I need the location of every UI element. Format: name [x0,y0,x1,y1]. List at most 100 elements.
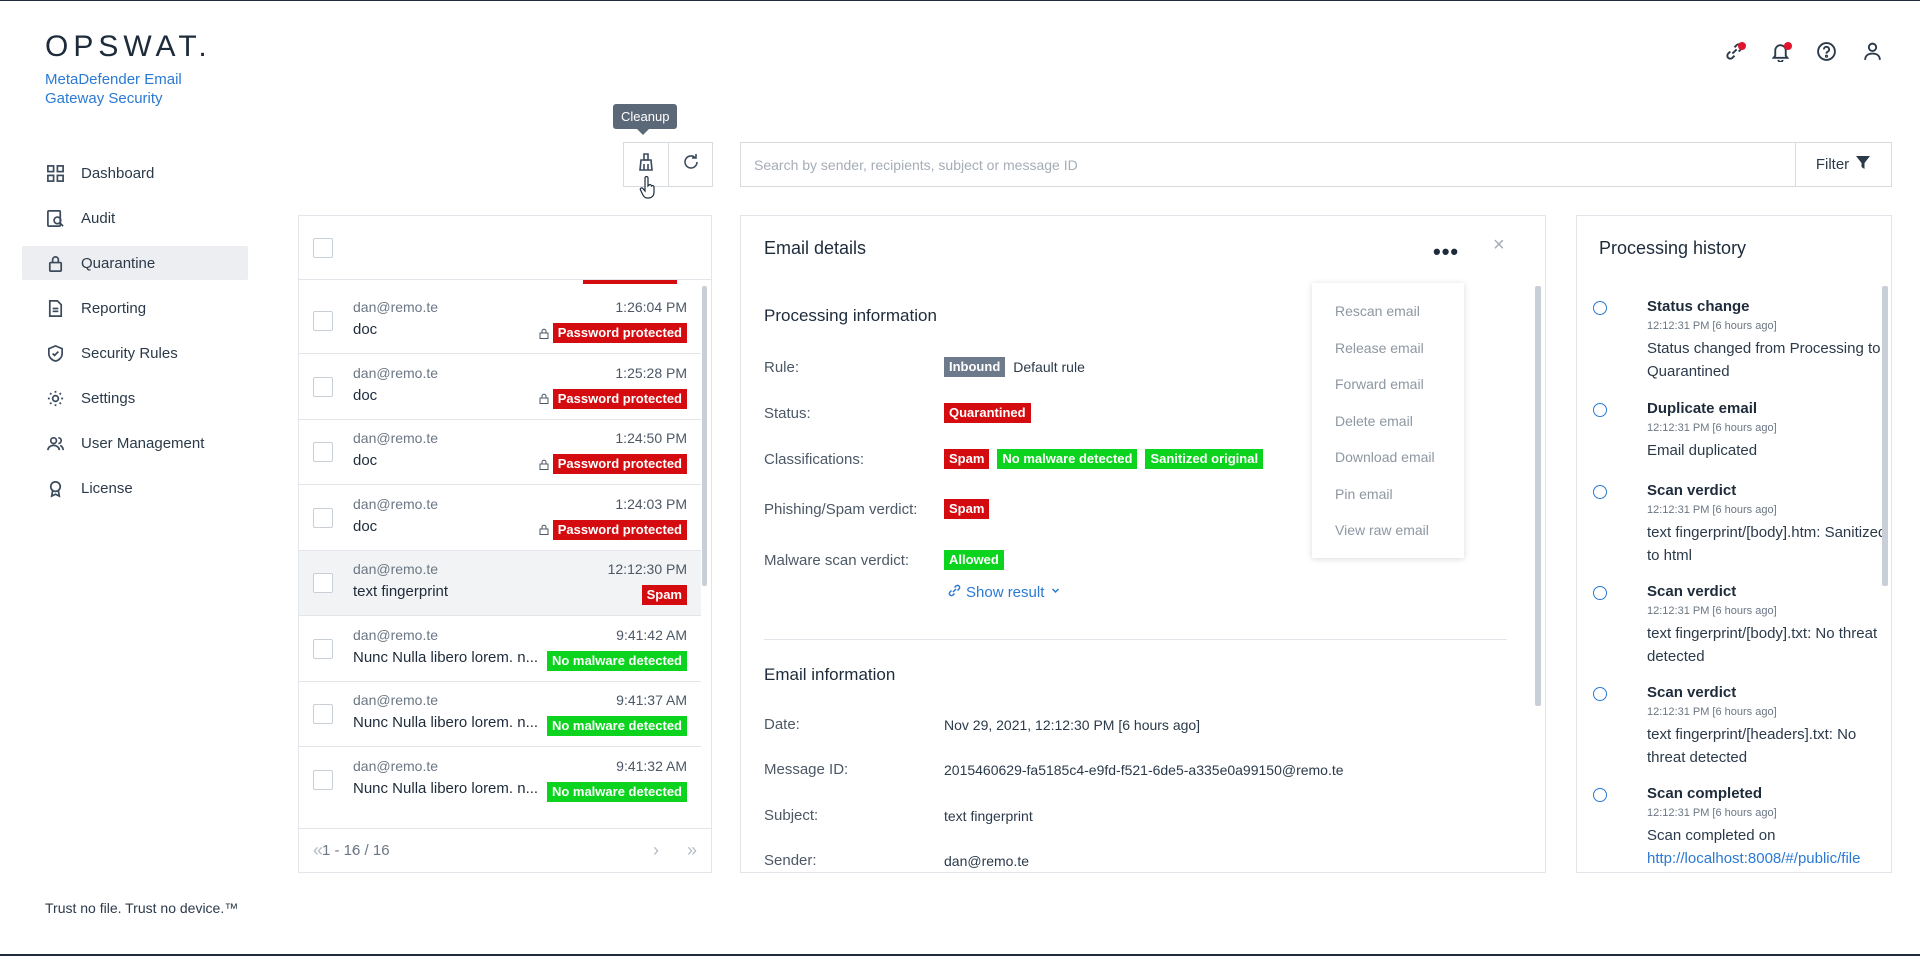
more-actions-button[interactable]: ••• [1433,239,1459,265]
sidebar-item-label: Audit [81,209,116,227]
email-info-heading: Email information [764,665,896,684]
search-bar: Filter [740,142,1892,187]
email-row[interactable]: dan@remo.te 1:26:04 PM doc Password protect… [299,289,701,354]
menu-item-pin[interactable]: Pin email [1312,476,1464,513]
email-time: 9:41:42 AM [616,626,687,643]
email-row[interactable]: dan@remo.te 1:24:03 PM doc Password protect… [299,486,701,551]
phishing-value: Spam [944,499,990,519]
sidebar-item-label: Settings [81,389,136,407]
row-checkbox[interactable] [313,442,333,462]
history-scrollbar[interactable] [1882,286,1888,586]
search-input[interactable] [741,143,1795,186]
menu-item-release[interactable]: Release email [1312,330,1464,367]
users-icon [45,433,65,453]
event-time: 12:12:31 PM [6 hours ago] [1647,320,1777,332]
details-scrollbar[interactable] [1535,286,1541,706]
menu-item-rescan[interactable]: Rescan email [1312,293,1464,330]
notifications-button[interactable] [1768,42,1792,66]
sender-label: Sender: [764,852,817,869]
sidebar-item-user-management[interactable]: User Management [22,426,248,460]
menu-item-download[interactable]: Download email [1312,439,1464,476]
user-icon [1862,41,1883,67]
email-time: 9:41:37 AM [616,692,687,708]
phishing-badge: Spam [944,499,990,519]
rule-label: Rule: [764,359,800,376]
event-link[interactable]: http://localhost:8008/#/public/file [1647,850,1860,867]
lock-icon [45,253,65,273]
link-icon [947,583,962,602]
user-menu-button[interactable] [1860,42,1884,66]
event-description: Status changed from Processing to Quaran… [1647,337,1887,383]
row-checkbox[interactable] [313,507,333,528]
processing-info-heading: Processing information [764,306,937,325]
event-title: Scan verdict [1647,684,1737,701]
row-checkbox[interactable] [313,638,333,659]
email-row[interactable]: dan@remo.te 1:24:50 PM doc Password protect… [299,420,701,485]
filter-button[interactable]: Filter [1795,143,1891,186]
header-actions [1722,42,1884,66]
help-button[interactable] [1814,42,1838,66]
row-checkbox[interactable] [313,769,333,790]
email-row[interactable]: dan@remo.te 9:41:32 AM Nunc Nulla libero l… [299,748,701,811]
event-time: 12:12:31 PM [6 hours ago] [1647,706,1777,718]
list-toolbar [623,142,713,187]
sidebar-item-security-rules[interactable]: Security Rules [22,336,248,370]
rule-name: Default rule [1013,359,1085,375]
email-status-badge: Password protected [552,388,687,409]
integration-button[interactable] [1722,42,1746,66]
help-icon [1816,41,1837,67]
email-row[interactable]: dan@remo.te 9:41:37 AM Nunc Nulla libero l… [299,682,701,747]
email-row[interactable]: dan@remo.te 1:25:28 PM doc Password protect… [299,355,701,420]
show-result-link[interactable]: Show result [947,583,1063,602]
list-scrollbar[interactable] [702,286,707,586]
row-checkbox[interactable] [313,573,333,593]
sidebar-item-label: User Management [81,434,205,452]
menu-item-view-raw[interactable]: View raw email [1312,512,1464,549]
section-divider [764,639,1507,640]
status-value: Quarantined [944,403,1031,423]
menu-item-delete[interactable]: Delete email [1312,403,1464,440]
audit-icon [45,208,65,228]
sidebar-item-reporting[interactable]: Reporting [22,291,248,325]
date-value: Nov 29, 2021, 12:12:30 PM [6 hours ago] [944,717,1201,733]
sidebar-item-settings[interactable]: Settings [22,381,248,415]
event-description: text fingerprint/[headers].txt: No threa… [1647,723,1887,769]
email-time: 12:12:30 PM [607,561,687,577]
close-details-button[interactable]: × [1493,234,1505,257]
next-page-button[interactable]: › [653,840,659,861]
sidebar-item-license[interactable]: License [22,471,248,505]
sidebar-item-label: License [81,479,133,497]
email-list: dan@remo.te 1:26:04 PM doc Password protect… [299,280,701,810]
sidebar-item-label: Dashboard [81,164,155,182]
last-page-button[interactable]: » [687,840,697,861]
sidebar-item-dashboard[interactable]: Dashboard [22,156,248,190]
email-row[interactable]: dan@remo.te 9:41:42 AM Nunc Nulla libero l… [299,617,701,682]
email-row[interactable]: dan@remo.te 12:12:30 PM text fingerprint Sp… [299,551,701,616]
row-checkbox[interactable] [313,376,333,397]
list-header [299,216,711,280]
message-id-label: Message ID: [764,761,849,778]
row-checkbox[interactable] [313,704,333,724]
menu-item-forward[interactable]: Forward email [1312,366,1464,403]
select-all-checkbox[interactable] [313,237,333,258]
timeline-dot [1593,403,1607,417]
footer-tagline: Trust no file. Trust no device.™ [45,900,239,916]
email-time: 1:26:04 PM [615,299,687,315]
event-time: 12:12:31 PM [6 hours ago] [1647,605,1777,617]
sidebar-item-audit[interactable]: Audit [22,201,248,235]
chevron-down-icon [1048,583,1063,602]
event-title: Scan completed [1647,785,1763,802]
sidebar-item-quarantine[interactable]: Quarantine [22,246,248,280]
email-subject: text fingerprint [353,583,449,600]
subject-label: Subject: [764,807,819,824]
email-actions-menu: Rescan email Release email Forward email… [1312,283,1464,558]
sender-value: dan@remo.te [944,853,1030,869]
sidebar-item-label: Reporting [81,299,147,317]
sidebar-nav: Dashboard Audit Quarantine Reporting Sec… [22,156,248,516]
classification-badge: Sanitized original [1145,449,1264,469]
row-checkbox[interactable] [313,311,333,331]
refresh-button[interactable] [668,143,712,186]
event-description: Email duplicated [1647,439,1887,462]
status-badge: Quarantined [944,403,1031,423]
dashboard-icon [45,163,65,183]
